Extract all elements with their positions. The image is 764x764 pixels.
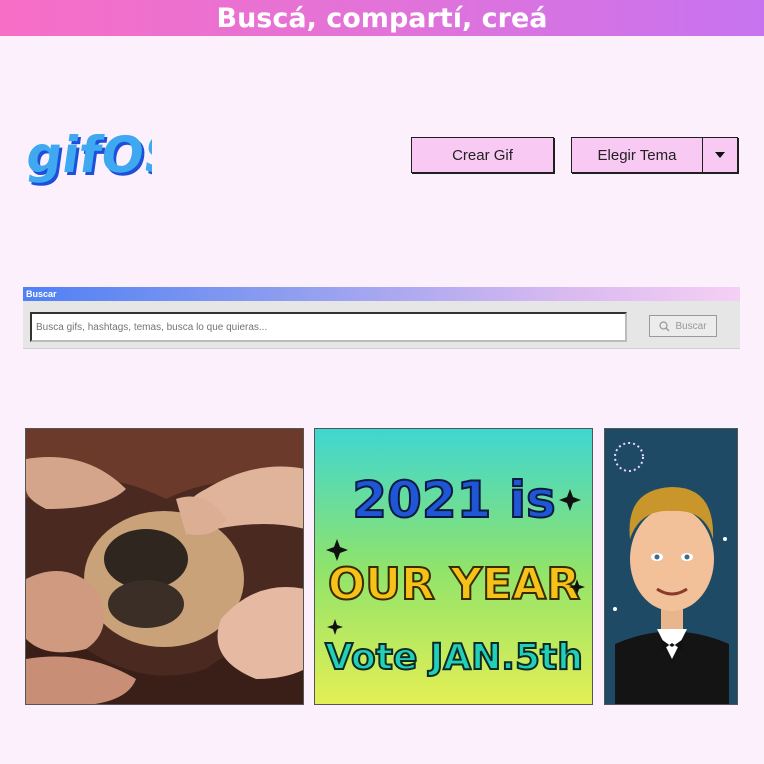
search-panel-header: Buscar — [23, 287, 740, 301]
search-icon — [659, 320, 670, 331]
search-button-label: Buscar — [675, 320, 707, 332]
tuxedo-man-image — [605, 429, 737, 704]
poster-line-2: OUR YEAR — [328, 559, 580, 610]
logo-text: gifOS — [24, 125, 152, 184]
poster-line-3: Vote JAN.5th — [325, 637, 583, 678]
gif-card-tuxedo-man[interactable] — [604, 428, 738, 705]
chevron-down-icon — [715, 152, 725, 158]
gif-card-vote-poster[interactable]: 2021 is OUR YEAR Vote JAN.5th — [314, 428, 593, 705]
gif-card-pug[interactable] — [25, 428, 304, 705]
pug-gif-image — [26, 429, 303, 704]
search-button[interactable]: Buscar — [649, 315, 717, 337]
choose-theme-label: Elegir Tema — [597, 146, 677, 164]
gifos-logo[interactable]: gifOS gifOS — [24, 125, 152, 191]
banner-text: Buscá, compartí, creá — [216, 2, 548, 34]
create-gif-button[interactable]: Crear Gif — [411, 137, 554, 173]
search-panel: Buscar Buscar — [23, 287, 740, 349]
search-panel-title: Buscar — [26, 289, 57, 299]
vote-poster-image: 2021 is OUR YEAR Vote JAN.5th — [324, 470, 585, 679]
choose-theme-button[interactable]: Elegir Tema — [571, 137, 702, 173]
theme-dropdown-toggle[interactable] — [702, 137, 738, 173]
create-gif-label: Crear Gif — [452, 146, 513, 164]
poster-line-1: 2021 is — [352, 471, 555, 529]
search-input[interactable] — [30, 312, 627, 342]
top-banner: Buscá, compartí, creá — [0, 0, 764, 36]
